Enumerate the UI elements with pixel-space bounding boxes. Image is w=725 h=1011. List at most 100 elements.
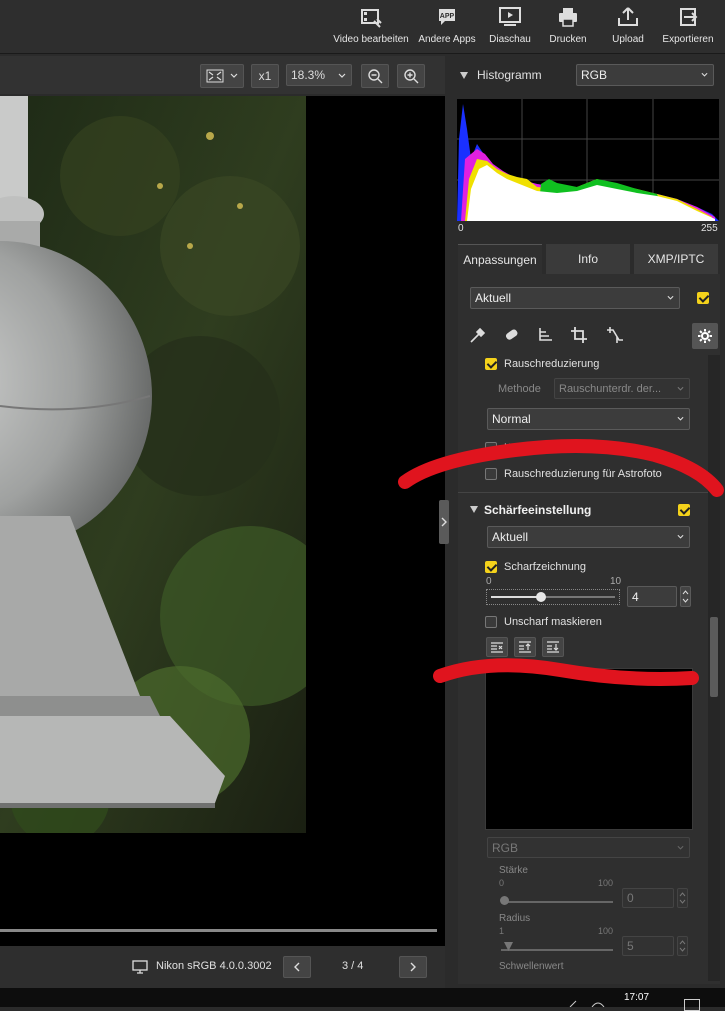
straighten-icon[interactable] — [536, 326, 556, 344]
staerke-slider[interactable] — [501, 901, 613, 903]
fit-screen-icon — [206, 69, 224, 83]
stepper-arrows-icon — [682, 590, 689, 603]
gear-icon — [698, 329, 712, 343]
zoom-out-icon — [368, 69, 383, 84]
export-icon — [680, 8, 698, 26]
noise-strength-select[interactable]: Normal — [487, 408, 690, 430]
zoom-in-icon — [404, 69, 419, 84]
video-edit-button[interactable]: Video bearbeiten — [333, 6, 409, 50]
chevron-right-icon — [410, 962, 416, 972]
staerke-max: 100 — [598, 878, 614, 888]
unsharp-mask-label: Unscharf maskieren — [504, 616, 602, 628]
histogram-title: Histogramm — [477, 68, 542, 82]
chevron-down-icon — [677, 416, 684, 421]
tab-anpassungen[interactable]: Anpassungen — [458, 244, 542, 275]
print-button[interactable]: Drucken — [546, 6, 590, 50]
next-image-button[interactable] — [399, 956, 427, 978]
slideshow-label: Diaschau — [489, 34, 531, 45]
crop-icon[interactable] — [570, 326, 590, 344]
print-icon — [559, 8, 577, 27]
sharpening-checkbox[interactable] — [485, 561, 497, 573]
zoom-1x-button[interactable]: x1 — [251, 64, 279, 88]
right-panel: Histogramm RGB 0 255 Anpassungen Info XM… — [450, 56, 725, 988]
radius-max: 100 — [598, 926, 614, 936]
chevron-down-icon — [230, 73, 238, 78]
sharpening-slider[interactable] — [486, 589, 620, 605]
status-bar: Nikon sRGB 4.0.0.3002 3 / 4 — [0, 946, 445, 988]
staerke-value-field[interactable]: 0 — [622, 888, 674, 908]
color-profile-label: Nikon sRGB 4.0.0.3002 — [156, 960, 272, 972]
chevron-down-icon — [338, 73, 346, 78]
zoom-out-button[interactable] — [361, 64, 389, 88]
sharpening-label: Scharfzeichnung — [504, 561, 586, 573]
chevron-down-icon — [701, 72, 708, 77]
system-taskbar: 17:07 — [0, 988, 725, 1011]
radius-slider[interactable] — [501, 949, 613, 951]
video-edit-label: Video bearbeiten — [333, 34, 409, 45]
page-indicator: 3 / 4 — [342, 960, 364, 972]
radius-value-field[interactable]: 5 — [622, 936, 674, 956]
slideshow-button[interactable]: Diaschau — [488, 6, 532, 50]
upload-button[interactable]: Upload — [606, 6, 650, 50]
tab-label: Anpassungen — [463, 253, 537, 267]
zoom-1x-label: x1 — [258, 69, 272, 83]
fit-screen-button[interactable] — [200, 64, 244, 88]
radius-value: 5 — [627, 939, 634, 953]
staerke-knob[interactable] — [500, 896, 509, 905]
annotation-stroke — [398, 439, 724, 497]
export-button[interactable]: Exportieren — [661, 6, 715, 50]
retouch-brush-icon[interactable] — [502, 326, 522, 344]
eyedropper-icon[interactable] — [468, 326, 488, 344]
viewer-toolbar: x1 18.3% — [0, 56, 445, 94]
collapse-triangle-icon[interactable] — [460, 72, 468, 79]
staerke-min: 0 — [499, 878, 505, 888]
top-toolbar: Video bearbeiten APP Andere Apps Diascha… — [0, 0, 725, 54]
upload-label: Upload — [612, 34, 644, 45]
noise-method-label: Methode — [498, 383, 541, 395]
staerke-stepper[interactable] — [677, 888, 688, 908]
adjust-preset-select[interactable]: Aktuell — [470, 287, 680, 309]
radius-stepper[interactable] — [677, 936, 688, 956]
unsharp-mask-checkbox[interactable] — [485, 616, 497, 628]
stepper-arrows-icon — [679, 892, 686, 904]
threshold-label: Schwellenwert — [499, 961, 564, 972]
perspective-icon[interactable] — [604, 326, 624, 344]
image-viewer[interactable] — [0, 96, 445, 946]
noise-reduction-title: Rauschreduzierung — [504, 358, 600, 370]
tab-xmp-iptc[interactable]: XMP/IPTC — [634, 244, 718, 274]
adjust-preset-value: Aktuell — [475, 291, 512, 305]
histogram-channel-select[interactable]: RGB — [576, 64, 714, 86]
zoom-in-button[interactable] — [397, 64, 425, 88]
scrollbar-thumb[interactable] — [710, 617, 718, 697]
settings-button[interactable] — [692, 323, 718, 349]
noise-reduction-checkbox[interactable] — [485, 358, 497, 370]
previous-image-button[interactable] — [283, 956, 311, 978]
chevron-left-icon — [294, 962, 300, 972]
stepper-arrows-icon — [679, 940, 686, 952]
histogram-axis-max: 255 — [701, 223, 718, 234]
slider-knob[interactable] — [535, 592, 546, 602]
adjust-enable-checkbox[interactable] — [697, 292, 709, 304]
noise-strength-value: Normal — [492, 412, 531, 426]
other-apps-button[interactable]: APP Andere Apps — [418, 6, 476, 50]
export-label: Exportieren — [662, 34, 714, 45]
clock: 17:07 — [624, 992, 650, 1003]
tab-label: XMP/IPTC — [647, 252, 705, 266]
tab-info[interactable]: Info — [546, 244, 630, 274]
histogram-axis-min: 0 — [458, 223, 464, 234]
other-apps-label: Andere Apps — [418, 34, 476, 45]
staerke-label: Stärke — [499, 865, 528, 876]
noise-method-select[interactable]: Rauschunterdr. der... — [554, 378, 690, 399]
sharpen-preset-select[interactable]: Aktuell — [487, 526, 690, 548]
notification-icon[interactable] — [684, 999, 700, 1011]
horizontal-scrollbar[interactable] — [0, 929, 437, 932]
histogram-channel-value: RGB — [581, 68, 608, 82]
tab-label: Info — [577, 252, 598, 266]
sharpening-stepper[interactable] — [680, 586, 691, 607]
chevron-down-icon — [677, 845, 684, 850]
zoom-level-select[interactable]: 18.3% — [286, 64, 352, 86]
slider-fill — [491, 596, 541, 598]
sharpening-value-field[interactable]: 4 — [627, 586, 677, 607]
chevron-down-icon — [677, 386, 684, 391]
unsharp-channel-select[interactable]: RGB — [487, 837, 690, 858]
